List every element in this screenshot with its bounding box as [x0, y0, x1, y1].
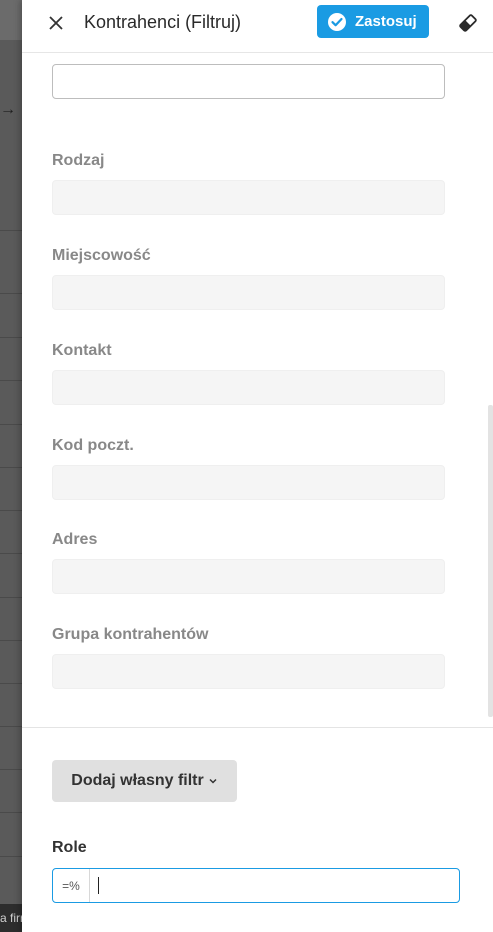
background-header — [0, 0, 22, 40]
background-divider — [0, 467, 22, 468]
background-divider — [0, 230, 22, 231]
close-button[interactable] — [44, 11, 68, 35]
role-operator-prefix[interactable]: =% — [53, 869, 90, 902]
eraser-icon — [459, 14, 477, 32]
background-divider — [0, 683, 22, 684]
apply-button-label: Zastosuj — [355, 13, 417, 30]
chevron-down-icon — [209, 778, 217, 784]
add-custom-filter-button[interactable]: Dodaj własny filtr — [52, 760, 237, 802]
field-grupa-kontrahentow-input[interactable] — [52, 654, 445, 689]
background-text-snippet: a firr — [0, 904, 22, 932]
apply-button[interactable]: Zastosuj — [317, 5, 429, 38]
panel-title: Kontrahenci (Filtruj) — [84, 12, 242, 32]
field-miejscowosc-input[interactable] — [52, 275, 445, 310]
field-kod-poczt-input[interactable] — [52, 465, 445, 500]
text-caret — [98, 877, 99, 894]
filter-panel: Kontrahenci (Filtruj) Zastosuj Rodzaj Mi… — [22, 0, 493, 932]
field-label-miejscowosc: Miejscowość — [52, 247, 151, 264]
background-divider — [0, 553, 22, 554]
role-label: Role — [52, 839, 87, 856]
field-label-rodzaj: Rodzaj — [52, 152, 105, 169]
section-divider — [22, 727, 493, 728]
background-divider — [0, 380, 22, 381]
role-input[interactable] — [90, 869, 459, 902]
close-icon — [49, 16, 63, 30]
field-rodzaj-input[interactable] — [52, 180, 445, 215]
field-label-kontakt: Kontakt — [52, 342, 112, 359]
background-divider — [0, 726, 22, 727]
field-label-grupa-kontrahentow: Grupa kontrahentów — [52, 626, 209, 643]
background-divider — [0, 597, 22, 598]
background-divider — [0, 769, 22, 770]
arrow-right-icon: → — [0, 101, 16, 118]
field-label-adres: Adres — [52, 531, 98, 548]
background-divider — [0, 640, 22, 641]
background-divider — [0, 293, 22, 294]
check-circle-icon — [328, 12, 346, 31]
background-divider — [0, 424, 22, 425]
clear-filters-button[interactable] — [456, 11, 480, 35]
filter-input-top[interactable] — [52, 64, 445, 99]
field-adres-input[interactable] — [52, 559, 445, 594]
role-field[interactable]: =% — [52, 868, 460, 903]
panel-header: Kontrahenci (Filtruj) Zastosuj — [22, 0, 493, 53]
background-divider — [0, 337, 22, 338]
background-page: → a firr — [0, 0, 22, 932]
add-custom-filter-label: Dodaj własny filtr — [71, 772, 204, 789]
panel-scrollbar[interactable] — [488, 405, 493, 717]
background-divider — [0, 510, 22, 511]
field-label-kod-poczt: Kod poczt. — [52, 437, 134, 454]
field-kontakt-input[interactable] — [52, 370, 445, 405]
background-divider — [0, 856, 22, 857]
background-divider — [0, 812, 22, 813]
